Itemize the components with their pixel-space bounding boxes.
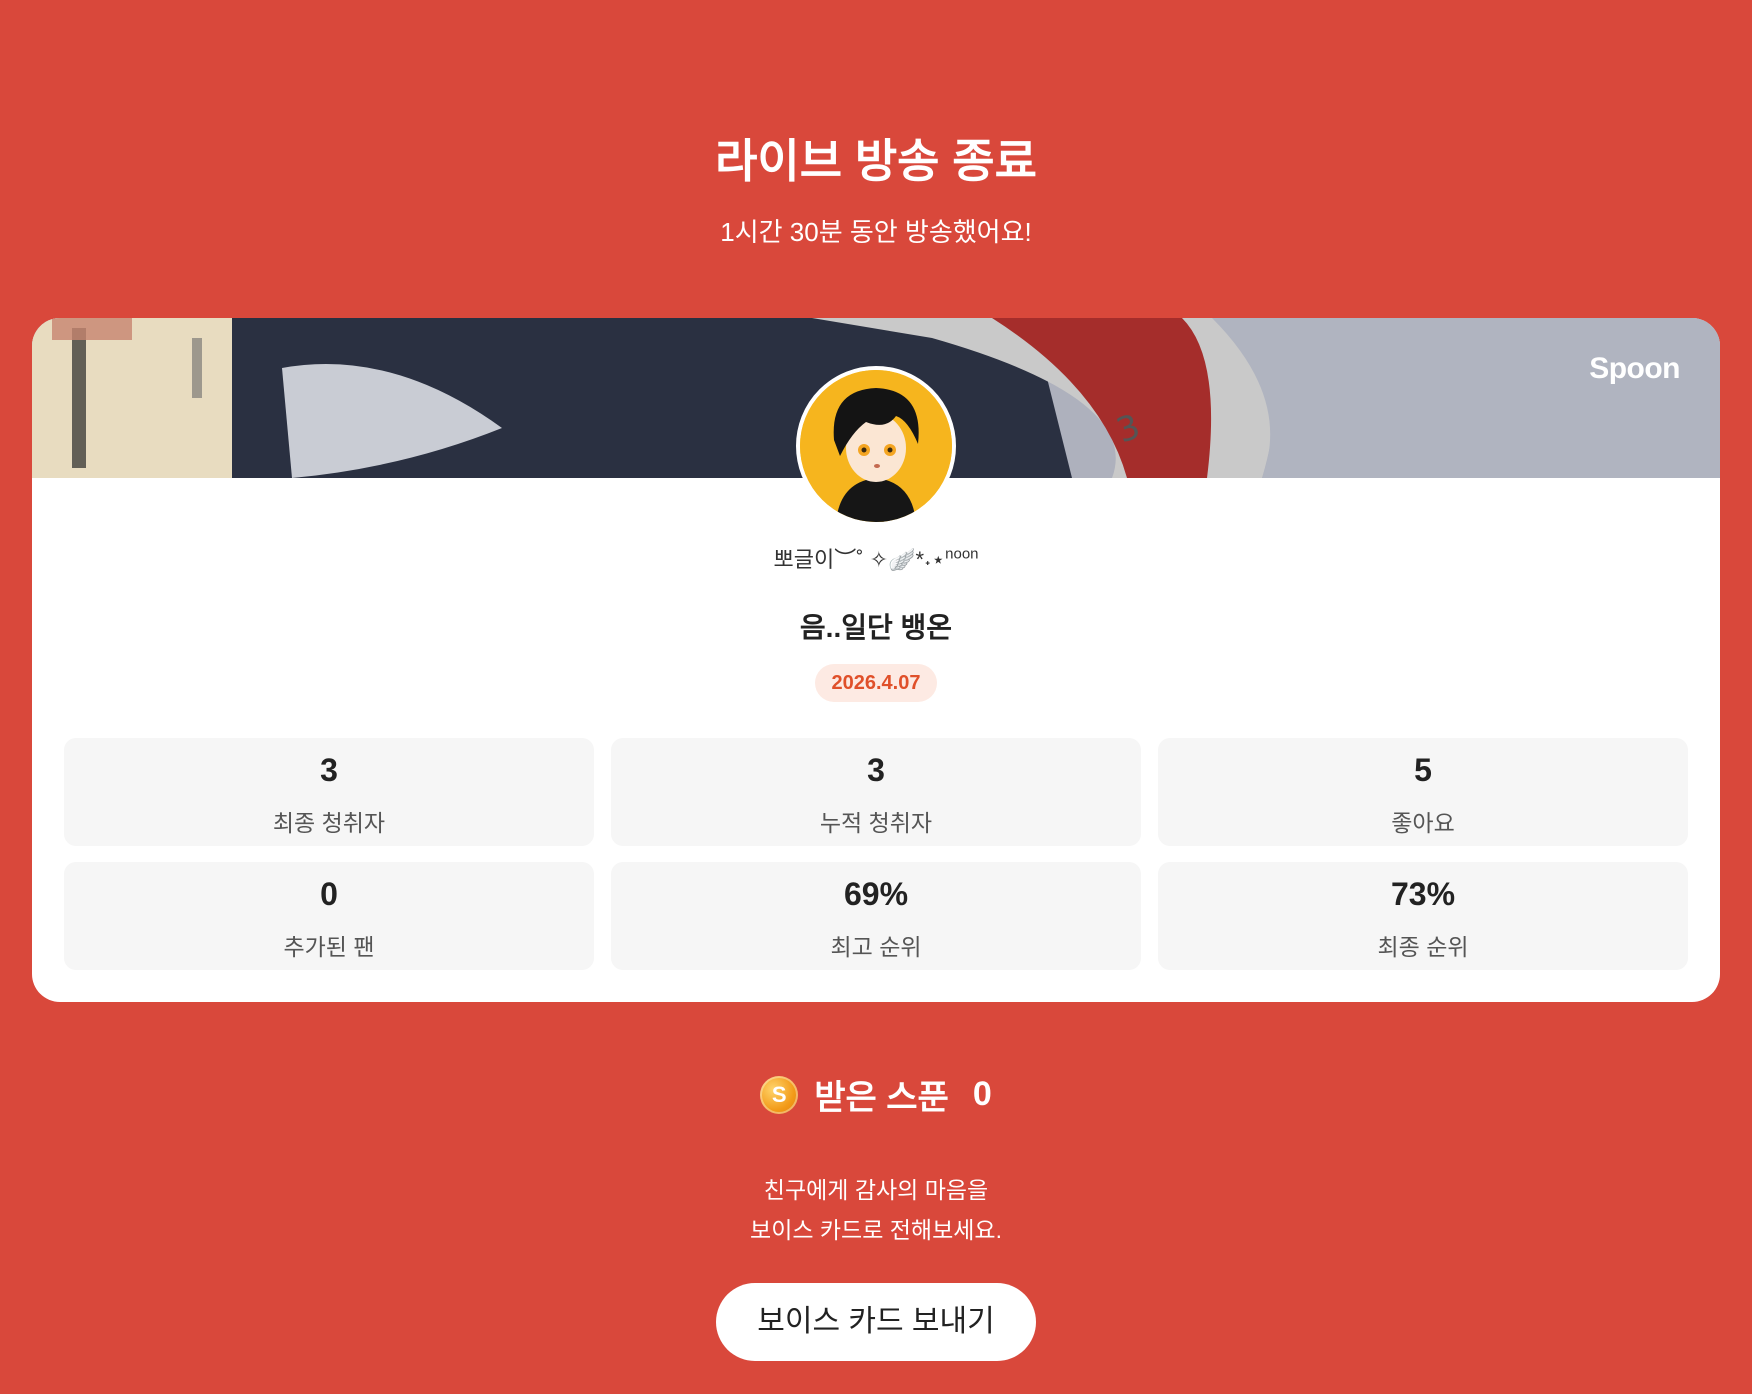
avatar[interactable]: [796, 366, 956, 526]
stat-best-rank: 69% 최고 순위: [611, 862, 1141, 970]
stat-label: 최고 순위: [830, 934, 922, 960]
spoon-brand-logo: Spoon: [1589, 352, 1680, 385]
received-spoons: S 받은 스푼 0: [0, 1070, 1752, 1117]
broadcast-duration: 1시간 30분 동안 방송했어요!: [720, 217, 1032, 247]
stat-total-listeners: 3 누적 청취자: [611, 738, 1141, 846]
stat-value: 3: [867, 752, 885, 788]
stat-label: 최종 순위: [1377, 934, 1469, 960]
broadcaster-name-text: 뽀글이︶˚ ✧🪽*˖⋆: [773, 547, 946, 572]
send-voice-card-button[interactable]: 보이스 카드 보내기: [716, 1283, 1036, 1361]
page-title: 라이브 방송 종료: [715, 135, 1037, 187]
stat-label: 최종 청취자: [272, 810, 386, 836]
stat-value: 69%: [843, 876, 909, 912]
thanks-line-2: 보이스 카드로 전해보세요.: [750, 1217, 1002, 1243]
stat-label: 추가된 팬: [283, 934, 375, 960]
stat-label: 누적 청취자: [819, 810, 933, 836]
broadcaster-name-suffix: noon: [945, 545, 979, 563]
avatar-image: [800, 370, 952, 522]
stat-likes: 5 좋아요: [1158, 738, 1688, 846]
stat-value: 0: [320, 876, 338, 912]
broadcast-summary-card: 3 Spoon 뽀글이︶˚ ✧🪽*˖⋆noon 음..일단 뱅온 2026.4.…: [32, 318, 1720, 1002]
room-title: 음..일단 뱅온: [799, 612, 953, 643]
spoon-coin-icon: S: [760, 1075, 799, 1114]
stat-value: 73%: [1390, 876, 1456, 912]
stat-final-listeners: 3 최종 청취자: [64, 738, 594, 846]
thanks-message: 친구에게 감사의 마음을 보이스 카드로 전해보세요.: [0, 1170, 1752, 1250]
stat-final-rank: 73% 최종 순위: [1158, 862, 1688, 970]
broadcaster-name: 뽀글이︶˚ ✧🪽*˖⋆noon: [32, 542, 1720, 574]
stat-new-fans: 0 추가된 팬: [64, 862, 594, 970]
thanks-line-1: 친구에게 감사의 마음을: [763, 1177, 989, 1203]
date-badge: 2026.4.07: [815, 664, 937, 702]
stat-label: 좋아요: [1391, 810, 1455, 836]
received-spoons-count: 0: [972, 1075, 992, 1113]
stat-value: 3: [320, 752, 338, 788]
stat-value: 5: [1414, 752, 1432, 788]
received-spoons-label: 받은 스푼: [814, 1079, 949, 1117]
